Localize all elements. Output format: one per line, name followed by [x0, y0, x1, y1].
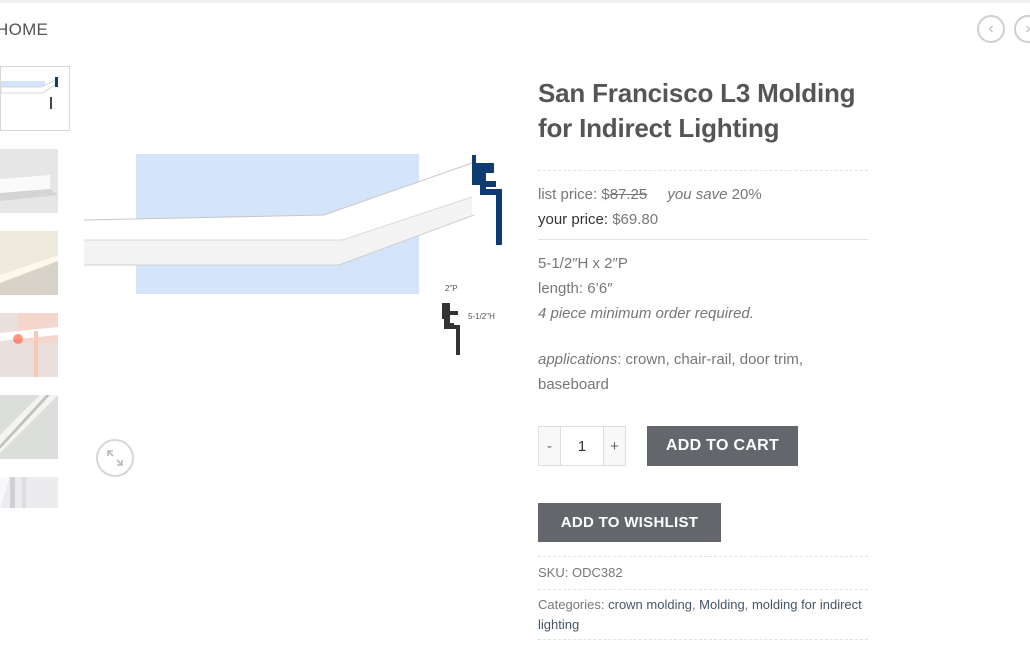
sku: SKU: ODC382	[538, 564, 623, 582]
zoom-button[interactable]	[96, 439, 134, 477]
categories: Categories: crown molding, Molding, mold…	[538, 597, 862, 632]
list-price-row: list price: $87.25 you save 20%	[538, 182, 762, 207]
top-border	[0, 0, 1030, 3]
you-save-label: you save	[667, 186, 728, 203]
your-price-label: your price:	[538, 211, 609, 228]
divider	[538, 589, 868, 590]
molding-profile-blue	[472, 155, 502, 245]
applications-label: applications	[538, 351, 618, 368]
sku-label: SKU:	[538, 565, 569, 580]
list-price-label: list price:	[538, 186, 602, 203]
main-product-image[interactable]: 2"P 5-1/2"H	[83, 145, 508, 360]
divider	[538, 639, 868, 640]
product-title: San Francisco L3 Molding for Indirect Li…	[538, 78, 856, 143]
minimum-order-note: 4 piece minimum order required.	[538, 305, 754, 322]
thumbnail-1[interactable]	[0, 66, 70, 131]
add-to-wishlist-button[interactable]: ADD TO WISHLIST	[538, 503, 721, 542]
chevron-left-icon: ‹	[988, 20, 994, 37]
price-block: list price: $87.25 you save 20% your pri…	[538, 182, 762, 232]
quantity-minus-button[interactable]: -	[538, 426, 561, 466]
list-price-currency: $	[601, 186, 610, 203]
category-link-crown-molding[interactable]: crown molding	[608, 597, 692, 612]
expand-icon	[107, 450, 123, 466]
applications: applications: crown, chair-rail, door tr…	[538, 347, 858, 397]
breadcrumb-home[interactable]: HOME	[0, 20, 48, 40]
depth-label: 2"P	[445, 284, 458, 293]
quantity-stepper: - +	[538, 426, 626, 466]
your-price-value: $69.80	[612, 211, 659, 228]
divider	[538, 239, 868, 240]
category-link-molding[interactable]: Molding	[699, 597, 745, 612]
thumbnail-6[interactable]	[0, 477, 58, 508]
thumbnail-3[interactable]	[0, 231, 58, 295]
your-price-row: your price: $69.80	[538, 207, 762, 232]
previous-product-button[interactable]: ‹	[977, 15, 1005, 43]
quantity-plus-button[interactable]: +	[603, 426, 626, 466]
thumbnail-5[interactable]	[0, 395, 58, 459]
height-label: 5-1/2"H	[468, 312, 495, 321]
length: length: 6’6″	[538, 280, 613, 297]
categories-label: Categories:	[538, 597, 605, 612]
molding-profile-dark	[442, 303, 460, 355]
chevron-right-icon: ›	[1025, 21, 1030, 37]
add-to-cart-button[interactable]: ADD TO CART	[647, 426, 798, 466]
product-specs: 5-1/2″H x 2″P length: 6’6″ 4 piece minim…	[538, 251, 858, 397]
dimensions: 5-1/2″H x 2″P	[538, 255, 628, 272]
quantity-input[interactable]	[561, 426, 603, 466]
you-save-value: 20%	[731, 186, 762, 203]
thumbnail-2[interactable]	[0, 149, 58, 213]
thumbnail-4[interactable]	[0, 313, 58, 377]
divider	[538, 556, 868, 557]
next-product-button[interactable]: ›	[1014, 15, 1030, 43]
product-info: San Francisco L3 Molding for Indirect Li…	[538, 76, 868, 146]
sku-value: ODC382	[571, 565, 623, 580]
list-price-value: 87.25	[609, 186, 648, 203]
divider	[538, 170, 868, 171]
